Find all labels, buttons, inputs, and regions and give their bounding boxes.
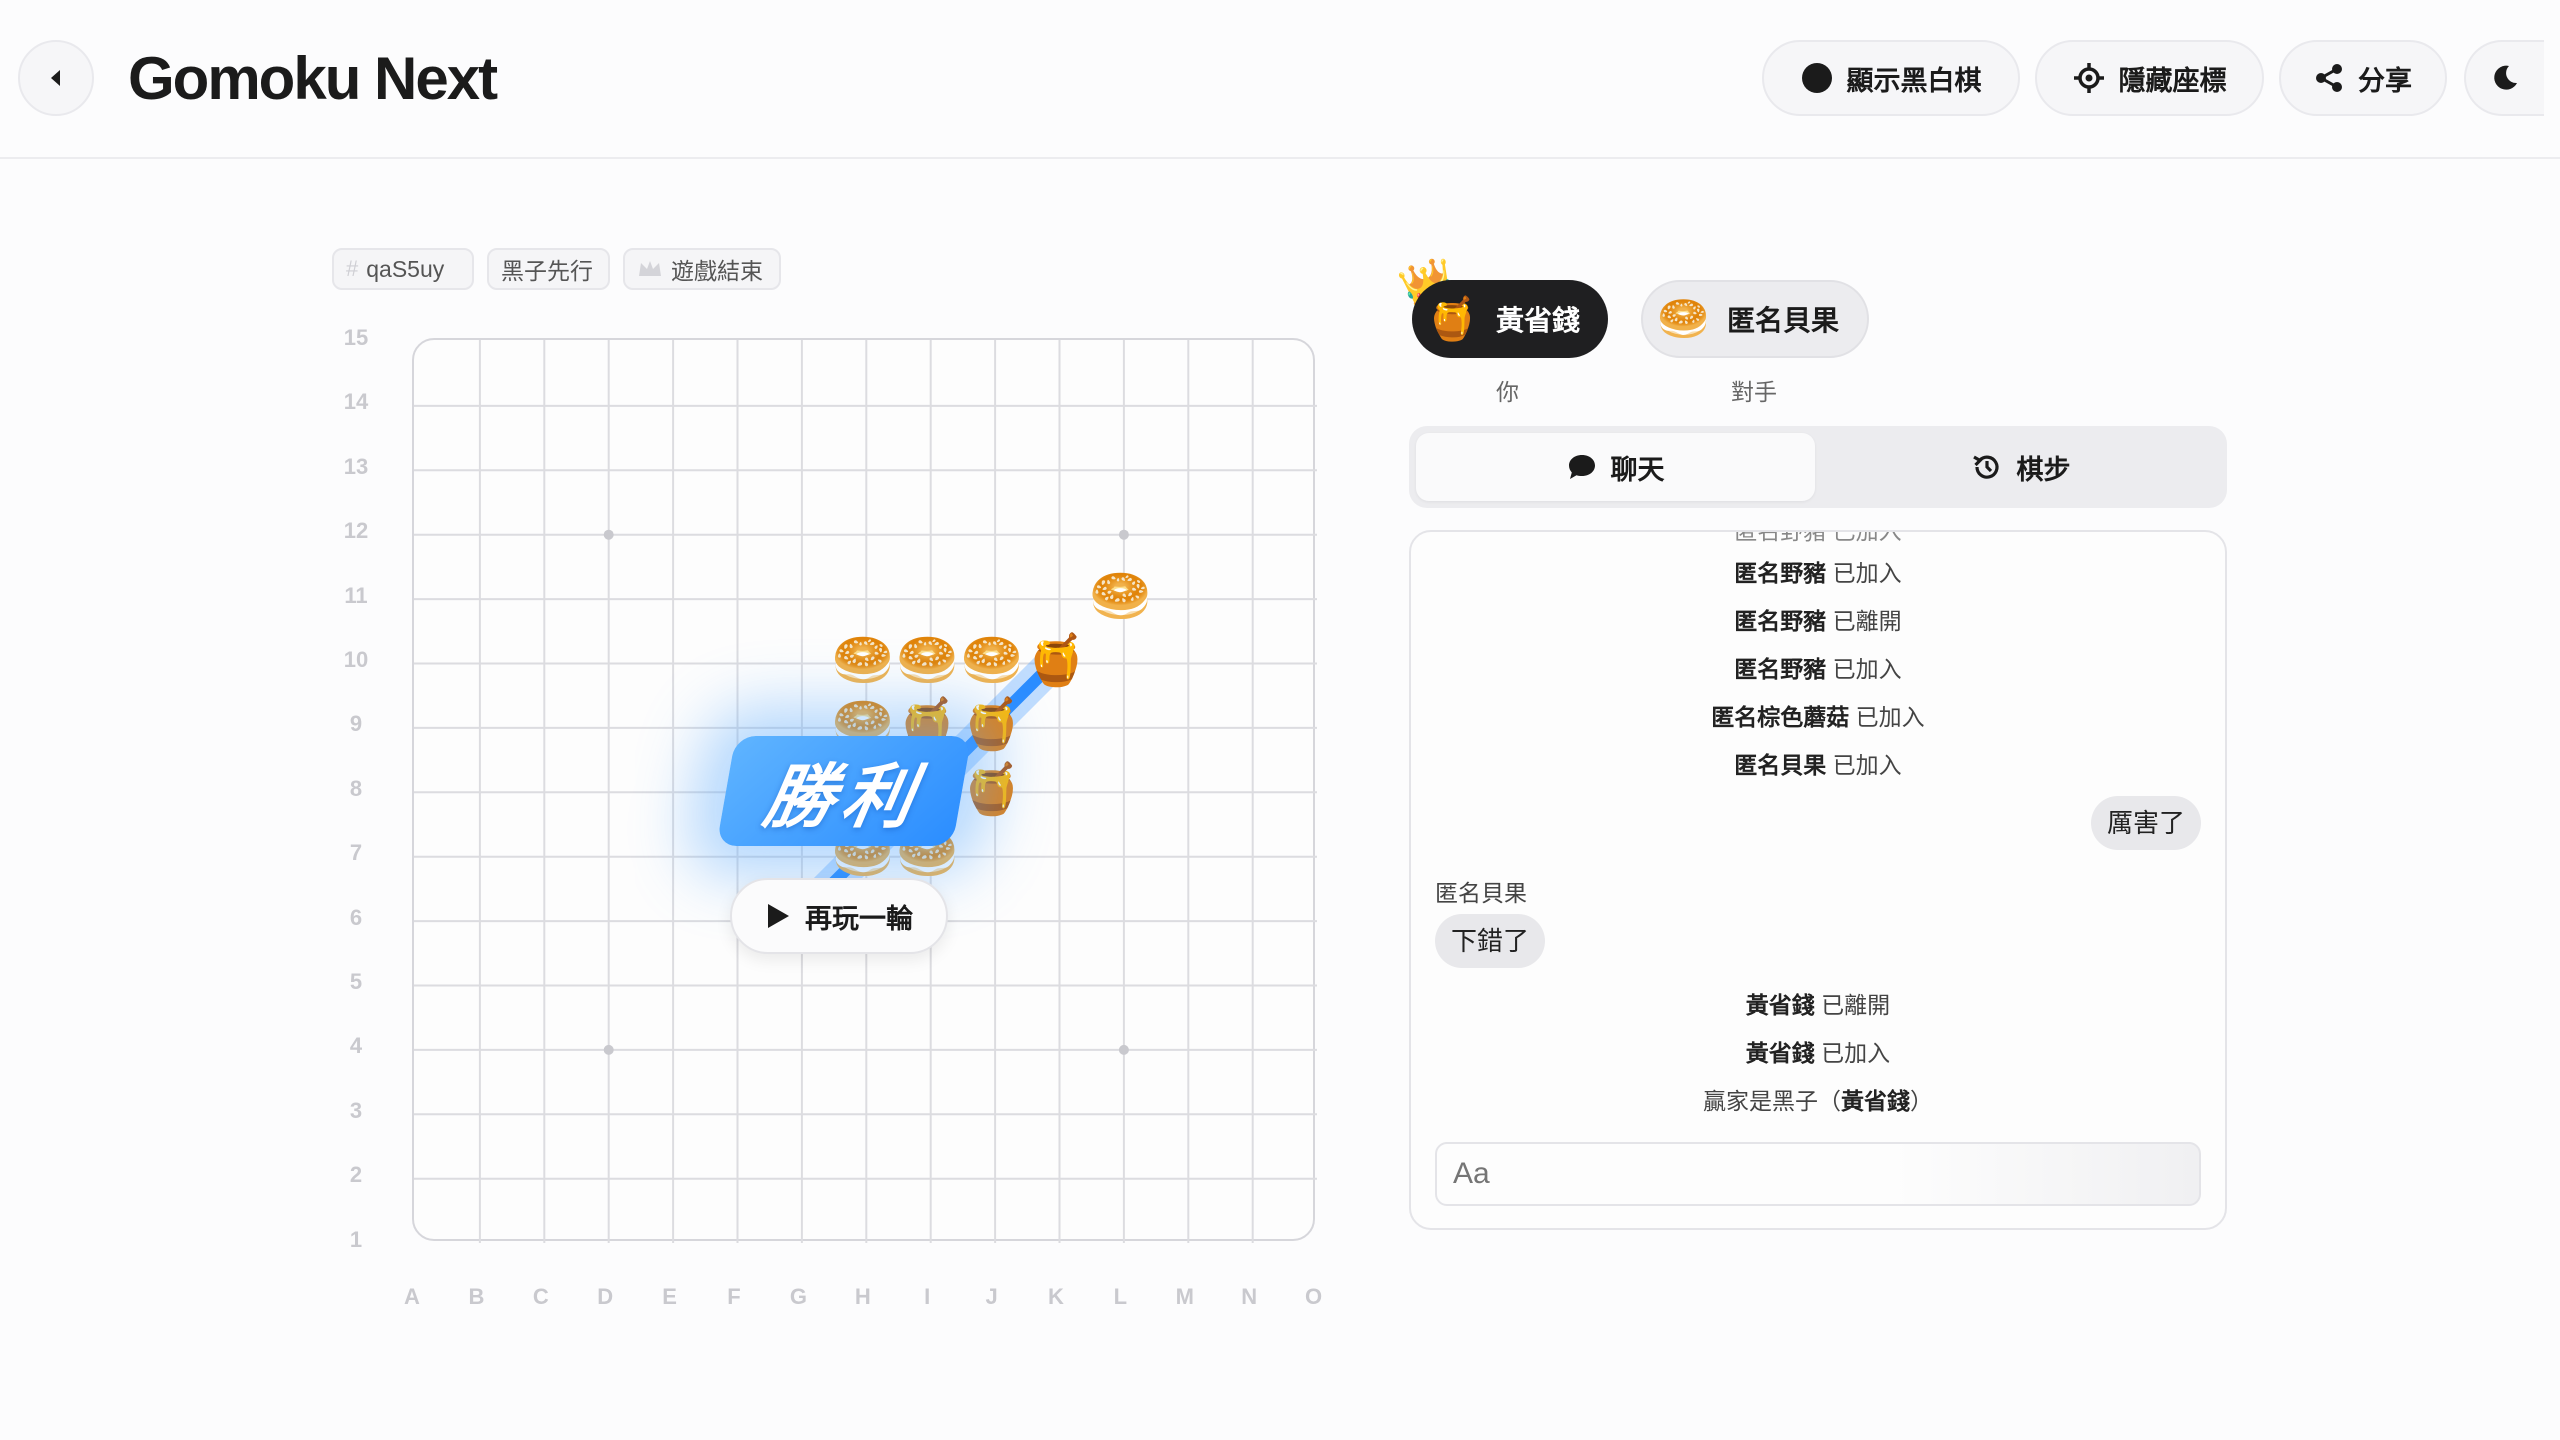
player-opponent-role: 對手 [1731,379,1777,405]
chat-system-message: 匿名野豬 已加入 [1734,656,1902,682]
tab-chat-label: 聊天 [1610,454,1665,485]
honey-pot-piece-icon: 🍯 [960,760,1023,817]
chat-system-message: 匿名野豬 已加入 [1734,560,1902,586]
player-me-role: 你 [1496,379,1519,405]
chat-system-message: 黃省錢 已離開 [1745,992,1891,1018]
chat-system-message: 匿名棕色蘑菇 已加入 [1711,704,1925,730]
my-chat-bubble: 厲害了 [2090,796,2201,850]
tab-moves[interactable]: 棋步 [1821,433,2220,501]
chat-panel[interactable]: 匿名野豬 已加入 匿名野豬 已加入 匿名野豬 已離開 匿名野豬 已加入 匿名棕色… [1409,530,2227,1230]
bagel-piece-icon: 🥯 [960,632,1023,688]
victory-banner: 勝利 [716,736,972,846]
side-panel-tabs: 聊天 棋步 [1409,426,2227,508]
honey-pot-piece-icon: 🍯 [1025,632,1088,688]
tab-chat[interactable]: 聊天 [1416,433,1815,501]
chat-system-message: 匿名野豬 已離開 [1734,608,1902,634]
play-again-label: 再玩一輪 [805,903,913,934]
honey-pot-icon: 🍯 [1426,295,1479,342]
bagel-piece-icon: 🥯 [896,632,959,688]
honey-pot-piece-icon: 🍯 [960,696,1023,753]
bagel-piece-icon: 🥯 [831,632,895,688]
chat-system-message: 匿名貝果 已加入 [1734,752,1902,778]
tab-moves-label: 棋步 [2016,454,2071,485]
bagel-piece-icon: 🥯 [1089,567,1152,624]
player-opponent: 🥯 匿名貝果 [1641,280,1869,358]
play-icon [768,904,789,928]
chat-input[interactable] [1435,1142,2201,1206]
chat-bubble-icon [1568,455,1595,479]
play-again-button[interactable]: 再玩一輪 [730,878,948,954]
player-opponent-name: 匿名貝果 [1727,305,1840,336]
chat-system-message: 黃省錢 已加入 [1745,1040,1891,1066]
history-icon [1972,455,1999,479]
winner-announcement: 贏家是黑子（黃省錢） [1703,1088,1933,1114]
victory-text: 勝利 [758,757,928,836]
player-me: 🍯 黃省錢 [1412,280,1608,358]
chat-system-message: 匿名野豬 已加入 [1734,530,1902,544]
chat-sender-name: 匿名貝果 [1435,880,1527,906]
bagel-icon: 🥯 [1657,295,1710,342]
player-me-name: 黃省錢 [1496,305,1581,336]
opponent-chat-bubble: 下錯了 [1435,914,1546,968]
